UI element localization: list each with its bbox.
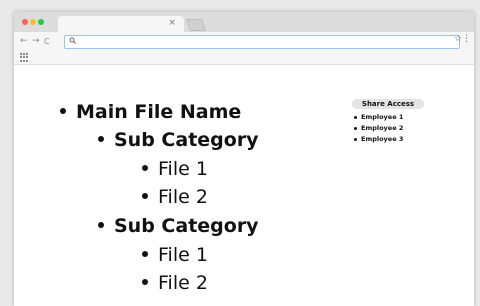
bullet-icon bbox=[98, 135, 104, 142]
tree-item-file[interactable]: File 2 bbox=[142, 272, 208, 294]
tree-item-sub-category[interactable]: Sub Category bbox=[98, 215, 259, 237]
tab-close-icon[interactable]: × bbox=[168, 18, 176, 28]
bullet-icon bbox=[142, 164, 148, 171]
address-bar[interactable] bbox=[64, 35, 460, 49]
browser-tab[interactable]: × bbox=[58, 16, 184, 32]
tree-item-label: File 2 bbox=[158, 186, 208, 208]
bookmark-star-icon[interactable]: ☆ bbox=[454, 34, 462, 45]
browser-toolbar: ← → C ☆ ⋮ bbox=[14, 32, 474, 52]
tree-item-label: File 2 bbox=[158, 272, 208, 294]
new-tab-button[interactable] bbox=[185, 19, 207, 31]
minimize-window-button[interactable] bbox=[30, 19, 36, 25]
bullet-icon bbox=[142, 192, 148, 199]
share-member-label: Employee 2 bbox=[361, 124, 404, 132]
bullet-icon bbox=[354, 138, 357, 141]
tree-item-label: File 1 bbox=[158, 244, 208, 266]
share-member-list: Employee 1 Employee 2 Employee 3 bbox=[352, 112, 428, 145]
tree-item-file[interactable]: File 1 bbox=[142, 158, 208, 180]
close-window-button[interactable] bbox=[22, 19, 28, 25]
search-icon bbox=[69, 36, 76, 48]
tree-item-sub-category[interactable]: Sub Category bbox=[98, 129, 259, 151]
share-access-button[interactable]: Share Access bbox=[352, 99, 424, 109]
share-member-item: Employee 2 bbox=[352, 123, 428, 134]
apps-grid-icon[interactable] bbox=[20, 53, 29, 62]
bullet-icon bbox=[98, 221, 104, 228]
share-member-label: Employee 3 bbox=[361, 135, 404, 143]
forward-arrow-icon[interactable]: → bbox=[32, 36, 40, 47]
bullet-icon bbox=[142, 250, 148, 257]
browser-window: × ← → C ☆ ⋮ Main File Name Sub Category … bbox=[14, 12, 474, 306]
tree-item-label: File 1 bbox=[158, 158, 208, 180]
tab-bar: × bbox=[14, 12, 474, 32]
share-member-item: Employee 3 bbox=[352, 134, 428, 145]
tree-item-label: Sub Category bbox=[114, 215, 259, 237]
bullet-icon bbox=[142, 278, 148, 285]
reload-icon[interactable]: C bbox=[44, 36, 50, 47]
tree-item-file[interactable]: File 1 bbox=[142, 244, 208, 266]
maximize-window-button[interactable] bbox=[38, 19, 44, 25]
bookmarks-bar bbox=[14, 52, 474, 65]
tree-item-file[interactable]: File 2 bbox=[142, 186, 208, 208]
tree-item-label: Main File Name bbox=[76, 101, 242, 123]
bullet-icon bbox=[60, 107, 66, 114]
share-access-panel: Share Access Employee 1 Employee 2 Emplo… bbox=[352, 99, 428, 145]
back-arrow-icon[interactable]: ← bbox=[20, 36, 28, 47]
browser-menu-icon[interactable]: ⋮ bbox=[462, 34, 471, 45]
share-member-item: Employee 1 bbox=[352, 112, 428, 123]
tree-item-label: Sub Category bbox=[114, 129, 259, 151]
bullet-icon bbox=[354, 116, 357, 119]
page-content: Main File Name Sub Category File 1 File … bbox=[14, 65, 474, 306]
share-member-label: Employee 1 bbox=[361, 113, 404, 121]
bullet-icon bbox=[354, 127, 357, 130]
tree-item-main-file[interactable]: Main File Name bbox=[60, 101, 241, 123]
